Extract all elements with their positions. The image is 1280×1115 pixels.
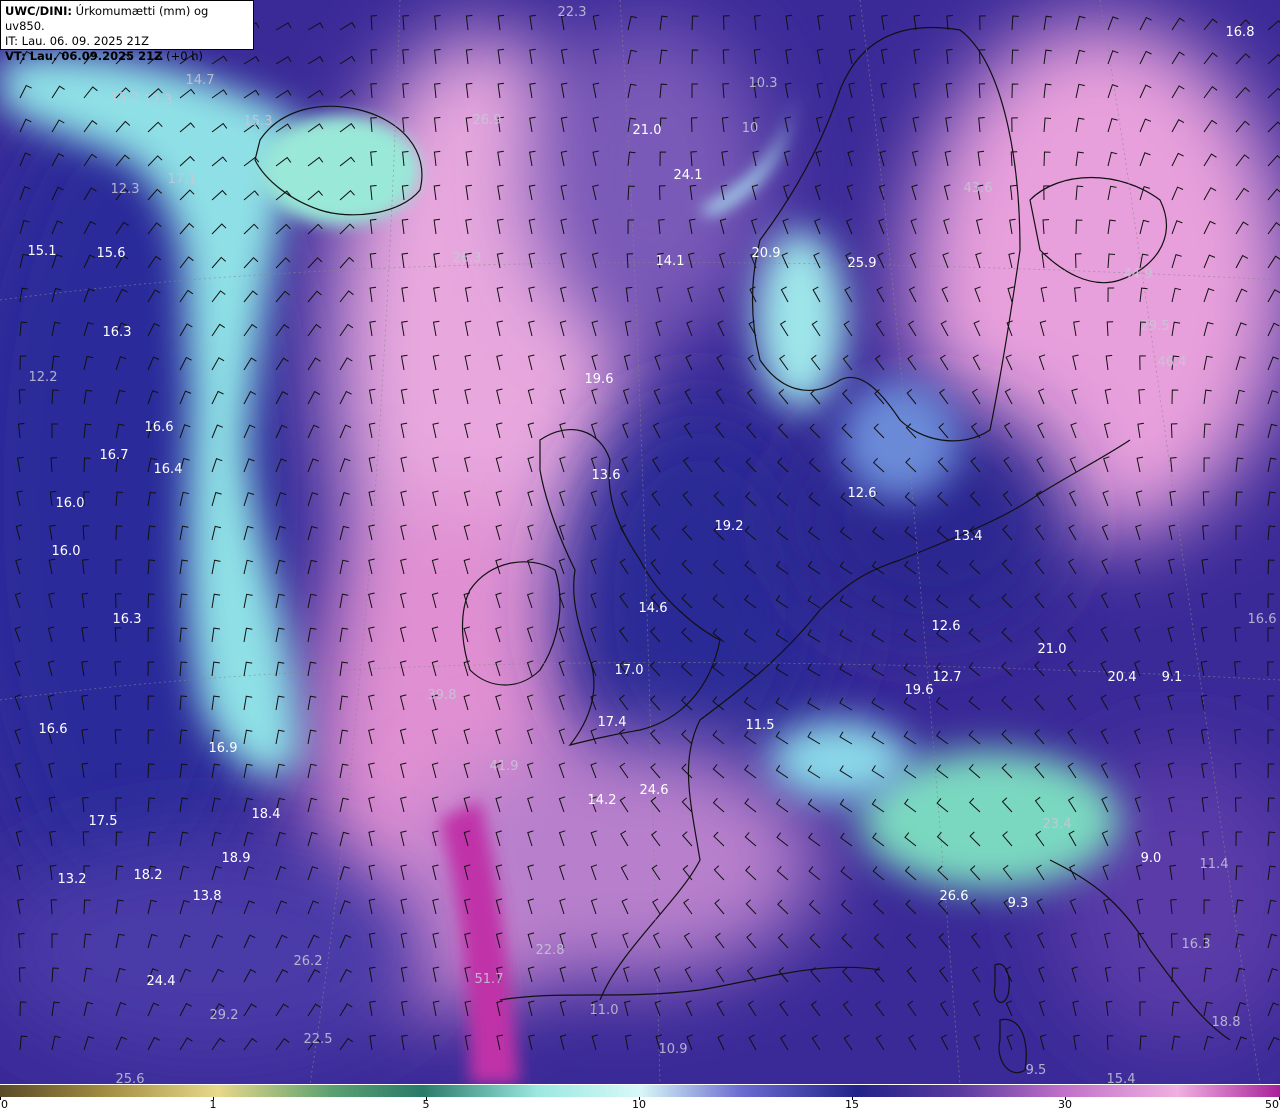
value-label: 12.6 [848, 486, 877, 501]
value-label: 22.5 [304, 1032, 333, 1047]
value-label: 20.4 [1108, 670, 1137, 685]
value-label: 25.9 [848, 256, 877, 271]
value-label: 16.4 [154, 462, 183, 477]
value-label: 18.2 [134, 868, 163, 883]
value-label: 18.9 [222, 851, 251, 866]
value-label: 10 [742, 121, 759, 136]
colorbar-gradient [0, 1085, 1280, 1097]
value-label: 17.4 [598, 715, 627, 730]
colorbar-tick: 1 [209, 1098, 217, 1111]
value-label: 16.3 [1182, 937, 1211, 952]
value-label: 14.2 [588, 793, 617, 808]
value-label: 51.7 [475, 972, 504, 987]
value-label: 16.7 [100, 448, 129, 463]
map-header: UWC/DINI: Úrkomumætti (mm) og uv850. IT:… [0, 0, 254, 63]
value-label: 9.1 [1162, 670, 1183, 685]
value-label: 12.6 [932, 619, 961, 634]
value-label: 39.8 [428, 688, 457, 703]
value-label: 18.8 [1212, 1015, 1241, 1030]
value-label: 15.4 [1107, 1072, 1136, 1084]
colorbar-tick: 15 [845, 1098, 859, 1111]
value-label: 13.4 [954, 529, 983, 544]
value-label: 14.7 [186, 73, 215, 88]
value-label: 24.4 [147, 974, 176, 989]
value-label: 10.3 [749, 76, 778, 91]
value-label: 24.6 [640, 783, 669, 798]
colorbar-tick: 0 [1, 1098, 8, 1111]
value-label: 17.0 [615, 663, 644, 678]
value-label: 16.6 [145, 420, 174, 435]
value-label: 15.6 [97, 246, 126, 261]
value-label: 22.3 [558, 5, 587, 20]
value-label: 15.3 [244, 114, 273, 129]
value-label: 11.5 [746, 718, 775, 733]
value-label: 10.9 [659, 1042, 688, 1057]
value-label: 29.2 [210, 1008, 239, 1023]
value-label: 11.0 [590, 1003, 619, 1018]
value-label: 25.6 [116, 1072, 145, 1084]
value-label: 18.4 [252, 807, 281, 822]
forecast-offset: (+0 h) [166, 49, 203, 63]
value-label: 24.1 [674, 168, 703, 183]
colorbar-tick: 50 [1265, 1098, 1279, 1111]
value-label: 26.6 [940, 889, 969, 904]
value-label: 26.3 [453, 251, 482, 266]
value-label: 9.3 [1008, 896, 1029, 911]
value-label: 21.0 [633, 123, 662, 138]
value-label: 16.0 [56, 496, 85, 511]
value-label: 14.6 [639, 601, 668, 616]
colorbar-tick: 30 [1058, 1098, 1072, 1111]
value-label: 13.8 [193, 889, 222, 904]
value-label: 16.3 [113, 612, 142, 627]
value-label: 16.9 [209, 741, 238, 756]
value-label: 19.6 [905, 683, 934, 698]
value-label: 19.6 [585, 372, 614, 387]
value-label: 16.3 [103, 325, 132, 340]
value-label: 20.9 [752, 246, 781, 261]
value-label: 16.6 [1248, 612, 1277, 627]
value-label: 9.5 [1026, 1063, 1047, 1078]
value-label: 26.2 [294, 954, 323, 969]
value-label: 13.6 [592, 468, 621, 483]
value-label: 41.9 [490, 759, 519, 774]
value-label: 13.2 [58, 872, 87, 887]
value-label: 19.2 [715, 519, 744, 534]
colorbar-tick: 5 [422, 1098, 430, 1111]
value-label: 29.5 [1141, 319, 1170, 334]
value-label: 23.4 [1043, 817, 1072, 832]
value-label: 16.8 [1226, 25, 1255, 40]
value-label: 12.3 [111, 182, 140, 197]
weather-map[interactable]: 22.3 16.8 14.7 15.2 12.3 10.3 10 15.3 26.9 21.0 17… [0, 0, 1280, 1084]
value-label: 17.1 [168, 172, 197, 187]
value-label: 15.2 [111, 91, 140, 106]
value-label: 44.9 [1124, 267, 1153, 282]
value-label: 15.1 [28, 244, 57, 259]
value-label: 16.6 [39, 722, 68, 737]
colorbar-tick: 10 [632, 1098, 646, 1111]
value-label: 12.3 [144, 93, 173, 108]
colorbar: 0 1 5 10 15 30 50 [0, 1084, 1280, 1115]
value-label: 12.7 [933, 670, 962, 685]
value-label: 17.5 [89, 814, 118, 829]
value-label: 16.0 [52, 544, 81, 559]
value-label: 14.1 [656, 254, 685, 269]
value-label: 26.9 [473, 113, 502, 128]
value-label: 12.2 [29, 370, 58, 385]
value-label: 9.0 [1141, 851, 1162, 866]
value-label: 43.6 [964, 181, 993, 196]
value-label: 46.4 [1158, 355, 1187, 370]
model-name: UWC/DINI: [5, 4, 72, 18]
value-label: 22.8 [536, 943, 565, 958]
valid-time: VT: Lau. 06.09.2025 21Z [5, 49, 163, 63]
init-time: IT: Lau. 06. 09. 2025 21Z [5, 34, 150, 48]
value-label: 21.0 [1038, 642, 1067, 657]
value-label: 11.4 [1200, 857, 1229, 872]
